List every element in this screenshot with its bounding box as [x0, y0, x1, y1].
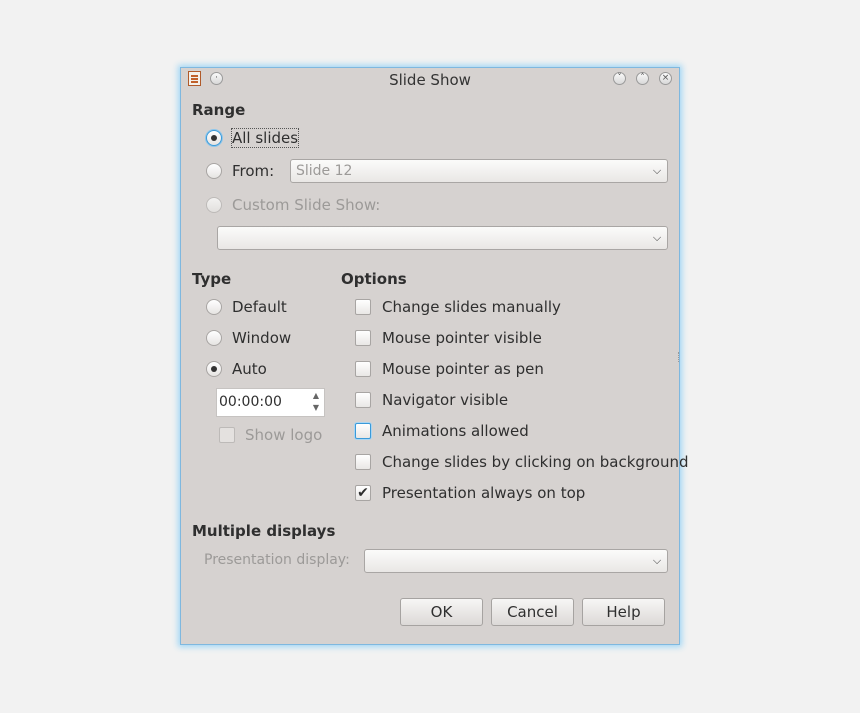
- title-bar[interactable]: · Slide Show ˅ ˄ ×: [181, 68, 679, 92]
- all-slides-label[interactable]: All slides: [230, 128, 300, 148]
- help-button[interactable]: Help: [582, 598, 665, 626]
- animations-allowed-checkbox[interactable]: [355, 423, 371, 439]
- chevron-down-icon[interactable]: ▼: [311, 403, 321, 413]
- ok-button[interactable]: OK: [400, 598, 483, 626]
- auto-time-spinbox[interactable]: 00:00:00 ▲ ▼: [216, 388, 325, 417]
- show-logo-label: Show logo: [245, 426, 323, 444]
- change-slides-manually-checkbox[interactable]: [355, 299, 371, 315]
- mouse-pointer-as-pen-checkbox[interactable]: [355, 361, 371, 377]
- from-label[interactable]: From:: [232, 162, 274, 180]
- auto-radio[interactable]: [206, 361, 222, 377]
- presentation-always-on-top-checkbox[interactable]: ✔: [355, 485, 371, 501]
- change-slides-by-clicking-label[interactable]: Change slides by clicking on background: [382, 453, 689, 471]
- multiple-displays-heading: Multiple displays: [192, 522, 336, 540]
- show-logo-checkbox[interactable]: [219, 427, 235, 443]
- presentation-always-on-top-label[interactable]: Presentation always on top: [382, 484, 585, 502]
- from-radio[interactable]: [206, 163, 222, 179]
- auto-time-value: 00:00:00: [219, 394, 282, 410]
- dialog-title: Slide Show: [389, 71, 471, 89]
- mouse-pointer-visible-label[interactable]: Mouse pointer visible: [382, 329, 542, 347]
- default-label[interactable]: Default: [232, 298, 287, 316]
- chevron-down-icon[interactable]: ˅: [613, 72, 626, 85]
- mouse-pointer-visible-checkbox[interactable]: [355, 330, 371, 346]
- presentation-display-dropdown[interactable]: ⌵: [364, 549, 668, 573]
- change-slides-by-clicking-checkbox[interactable]: [355, 454, 371, 470]
- type-heading: Type: [192, 270, 232, 288]
- navigator-visible-label[interactable]: Navigator visible: [382, 391, 508, 409]
- range-heading: Range: [192, 101, 246, 119]
- close-icon[interactable]: ×: [659, 72, 672, 85]
- presentation-display-label: Presentation display:: [204, 552, 350, 568]
- cancel-button[interactable]: Cancel: [491, 598, 574, 626]
- chevron-down-icon: ⌵: [652, 164, 662, 177]
- chevron-up-icon[interactable]: ▲: [311, 391, 321, 401]
- options-heading: Options: [341, 270, 407, 288]
- resize-grip[interactable]: [678, 352, 682, 362]
- window-label[interactable]: Window: [232, 329, 291, 347]
- default-radio[interactable]: [206, 299, 222, 315]
- navigator-visible-checkbox[interactable]: [355, 392, 371, 408]
- custom-slide-show-radio[interactable]: [206, 197, 222, 213]
- animations-allowed-label[interactable]: Animations allowed: [382, 422, 529, 440]
- chevron-down-icon: ⌵: [652, 231, 662, 244]
- custom-slide-show-label: Custom Slide Show:: [232, 196, 381, 214]
- mouse-pointer-as-pen-label[interactable]: Mouse pointer as pen: [382, 360, 544, 378]
- chevron-up-icon[interactable]: ˄: [636, 72, 649, 85]
- from-slide-value: Slide 12: [296, 163, 353, 179]
- custom-slide-show-dropdown[interactable]: ⌵: [217, 226, 668, 250]
- change-slides-manually-label[interactable]: Change slides manually: [382, 298, 561, 316]
- auto-label[interactable]: Auto: [232, 360, 267, 378]
- chevron-down-icon: ⌵: [652, 554, 662, 567]
- from-slide-dropdown[interactable]: Slide 12 ⌵: [290, 159, 668, 183]
- window-radio[interactable]: [206, 330, 222, 346]
- all-slides-radio[interactable]: [206, 130, 222, 146]
